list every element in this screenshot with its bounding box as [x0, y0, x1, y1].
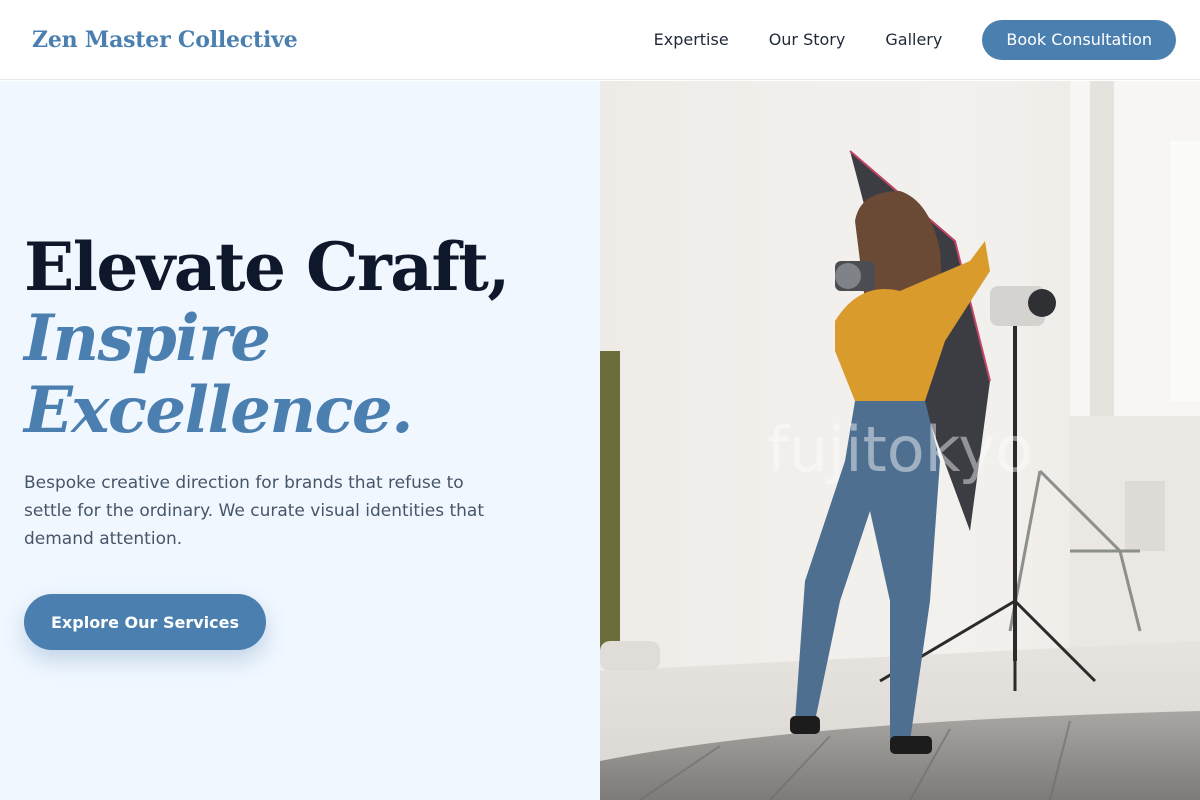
nav-link-our-story[interactable]: Our Story [769, 30, 846, 49]
studio-photo-illustration: fujitokyo [600, 81, 1200, 800]
hero-text-panel: Elevate Craft, Inspire Excellence. Bespo… [0, 81, 600, 800]
headline-line-1: Elevate Craft, [24, 228, 510, 306]
hero-photo-photographer-studio: fujitokyo [600, 81, 1200, 800]
nav-links: Expertise Our Story Gallery Book Consult… [654, 19, 1176, 60]
image-watermark: fujitokyo [767, 413, 1033, 486]
hero-headline: Elevate Craft, Inspire Excellence. [24, 231, 584, 447]
book-consultation-button[interactable]: Book Consultation [982, 19, 1176, 60]
explore-services-button[interactable]: Explore Our Services [24, 594, 266, 650]
top-navigation: Zen Master Collective Expertise Our Stor… [0, 0, 1200, 80]
headline-line-3: Excellence. [24, 373, 413, 448]
brand-logo-text[interactable]: Zen Master Collective [32, 27, 298, 53]
nav-link-gallery[interactable]: Gallery [885, 30, 942, 49]
nav-link-expertise[interactable]: Expertise [654, 30, 729, 49]
hero-subtext: Bespoke creative direction for brands th… [24, 473, 485, 549]
headline-line-2: Inspire [24, 301, 271, 376]
